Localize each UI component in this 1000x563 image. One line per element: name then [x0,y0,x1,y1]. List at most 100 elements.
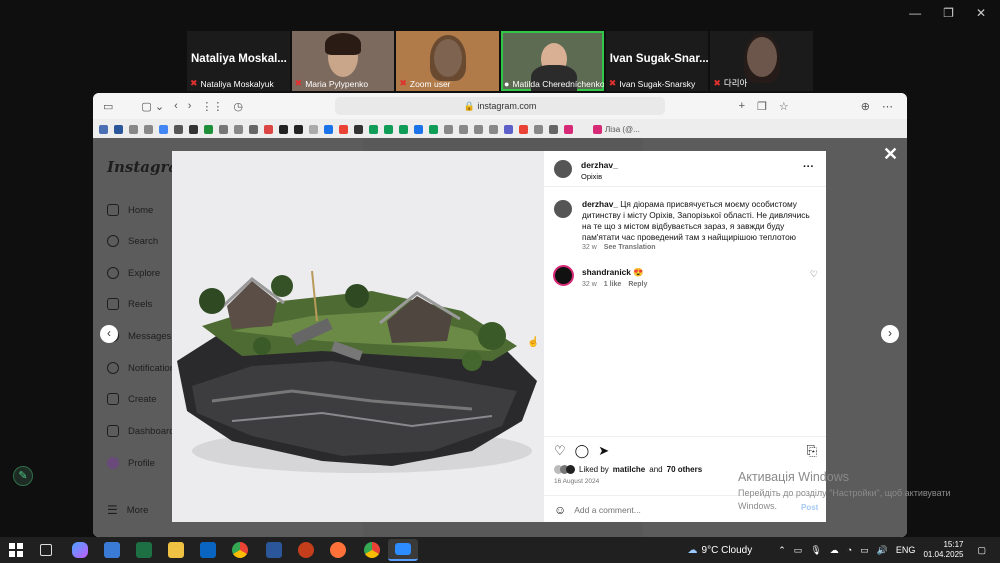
grid-icon[interactable]: ⋮⋮ [201,100,223,113]
minimize-icon[interactable]: — [909,6,921,20]
add-comment-input[interactable]: Add a comment... [574,505,641,515]
firefox-icon[interactable] [330,542,346,558]
notifications-icon[interactable]: ▢ [977,545,986,556]
store-icon[interactable] [104,542,120,558]
bookmark-icon[interactable] [444,124,453,134]
forward-icon[interactable]: › [188,100,192,112]
comment-icon[interactable]: ◯ [575,443,590,459]
bookmark-icon[interactable] [189,124,198,134]
close-modal-icon[interactable]: ✕ [883,144,898,165]
task-view-icon[interactable] [40,544,52,556]
battery-icon[interactable]: ▭ [860,545,869,556]
bookmark-icon[interactable] [459,124,468,134]
reply-link[interactable]: Reply [628,281,647,288]
bookmark-icon[interactable] [474,124,483,134]
participant-tile[interactable]: Nataliya Moskal... ✖ Nataliya Moskalyuk [187,31,290,91]
bookmark-icon[interactable] [99,124,108,134]
close-window-icon[interactable]: ✕ [976,6,986,20]
bookmark-icon[interactable] [414,124,423,134]
meet-now-icon[interactable]: ▭ [794,545,803,556]
bookmark-icon[interactable] [279,124,288,134]
tabs-icon[interactable]: ❐ [757,100,767,113]
post-location[interactable]: Оріхів [581,172,602,181]
sidebar-toggle-icon[interactable]: ▭ [103,100,113,113]
participant-tile[interactable]: ✖ Maria Pylypenko [291,31,395,91]
excel-icon[interactable] [136,542,152,558]
share-icon[interactable]: ➤ [598,443,609,459]
nav-explore[interactable]: Explore [107,267,160,279]
bookmark-icon[interactable] [384,124,393,134]
restore-icon[interactable]: ❐ [943,6,954,20]
bookmark-icon[interactable] [234,124,243,134]
comment-like-icon[interactable]: ♡ [810,269,818,280]
nav-search[interactable]: Search [107,235,158,247]
post-image[interactable]: ☝ [172,151,544,522]
bookmark-icon[interactable] [534,124,543,134]
comment-likes[interactable]: 1 like [604,281,622,288]
nav-more[interactable]: ☰ More [107,503,148,517]
post-author[interactable]: derzhav_ [581,160,618,170]
language-indicator[interactable]: ENG [896,545,916,555]
edit-pen-icon[interactable]: ✎ [13,466,33,486]
new-tab-icon[interactable]: + [739,100,745,113]
nav-notifications[interactable]: Notifications [107,362,180,374]
bookmark-icon[interactable] [504,124,513,134]
liked-by-user[interactable]: matilche [613,465,645,474]
nav-home[interactable]: Home [107,204,153,216]
bookmark-icon[interactable] [174,124,183,134]
participant-tile[interactable]: ✖ 다리아 [710,31,814,91]
bookmark-icon[interactable] [489,124,498,134]
emoji-icon[interactable]: ☺ [554,503,566,517]
bookmark-icon[interactable] [339,124,348,134]
like-icon[interactable]: ♡ [554,443,566,459]
comment-author[interactable]: shandranick [582,267,631,277]
bookmark-icon[interactable] [114,124,123,134]
bookmark-icon[interactable] [369,124,378,134]
bookmark-icon[interactable] [294,124,303,134]
weather-widget[interactable]: ☁ 9°C Cloudy [688,545,753,556]
volume-icon[interactable]: 🔊 [877,545,888,556]
zoom-icon[interactable] [388,539,418,561]
bookmark-icon[interactable] [429,124,438,134]
chrome-profile-icon[interactable] [364,542,380,558]
back-icon[interactable]: ‹ [174,100,178,112]
bookmark-icon[interactable] [249,124,258,134]
bookmark-icon[interactable] [399,124,408,134]
bookmark-ig-profile[interactable]: Ліза (@... [593,124,640,134]
nav-dashboard[interactable]: Dashboard [107,425,174,437]
microphone-icon[interactable]: 🎙 [810,545,821,556]
more-options-icon[interactable]: ··· [803,161,814,173]
participant-tile-active-speaker[interactable]: ● Matilda Cheredníchenko [501,31,604,91]
participant-tile[interactable]: Ivan Sugak-Snar... ✖ Ivan Sugak-Snarsky [605,31,709,91]
tab-overview-icon[interactable]: ▢ ⌄ [141,100,164,113]
clock[interactable]: 15:17 01.04.2025 [923,540,963,560]
bookmark-icon[interactable] [309,124,318,134]
save-bookmark-icon[interactable]: ⎘ [807,443,817,459]
bookmark-icon[interactable] [354,124,363,134]
previous-post-icon[interactable]: ‹ [100,325,118,343]
nav-create[interactable]: Create [107,393,157,405]
wifi-icon[interactable]: ◔ [847,545,852,555]
file-explorer-icon[interactable] [168,542,184,558]
next-post-icon[interactable]: › [881,325,899,343]
chrome-icon[interactable] [232,542,248,558]
nav-profile[interactable]: Profile [107,457,155,469]
bookmark-icon[interactable] [129,124,138,134]
start-icon[interactable] [8,542,24,558]
outlook-icon[interactable] [200,542,216,558]
address-bar[interactable]: 🔒 instagram.com [335,97,665,115]
bookmark-star-icon[interactable]: ☆ [779,100,789,113]
bookmark-icon[interactable] [519,124,528,134]
caption-author[interactable]: derzhav_ [582,199,618,209]
author-avatar[interactable] [554,160,572,178]
powerpoint-icon[interactable] [298,542,314,558]
bookmark-icon[interactable] [144,124,153,134]
bookmark-icon[interactable] [549,124,558,134]
history-icon[interactable]: ◷ [233,100,243,113]
caption-author-avatar[interactable] [554,200,572,218]
participant-tile[interactable]: ✖ Zoom user [396,31,500,91]
menu-icon[interactable]: ⋯ [882,100,893,113]
nav-reels[interactable]: Reels [107,298,152,310]
cloud-sync-icon[interactable]: ☁ [830,545,839,556]
download-icon[interactable]: ⊕ [861,100,870,113]
